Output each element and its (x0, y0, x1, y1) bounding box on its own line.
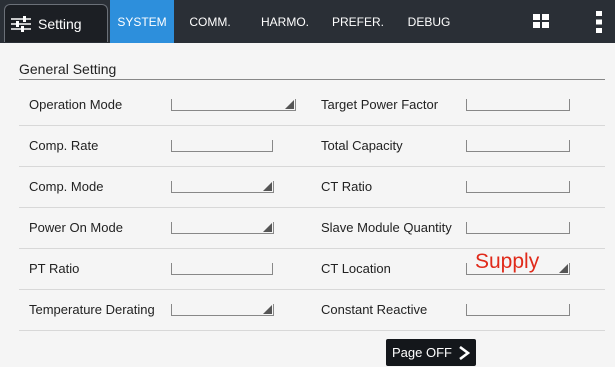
sliders-icon (11, 15, 31, 32)
comp-mode-dropdown[interactable] (171, 181, 274, 193)
temperature-derating-label: Temperature Derating (29, 302, 155, 317)
dropdown-arrow-icon (285, 100, 294, 109)
settings-row: Comp. Rate Total Capacity (19, 126, 605, 167)
settings-tab-label: Setting (38, 15, 82, 32)
settings-row: Power On Mode Slave Module Quantity (19, 208, 605, 249)
ct-ratio-label: CT Ratio (321, 179, 373, 194)
section-title: General Setting (19, 61, 117, 77)
grid-icon[interactable] (533, 14, 549, 28)
settings-row: Comp. Mode CT Ratio (19, 167, 605, 208)
comp-rate-label: Comp. Rate (29, 138, 99, 153)
power-on-mode-label: Power On Mode (29, 220, 123, 235)
chevron-right-icon (459, 345, 470, 360)
operation-mode-dropdown[interactable] (171, 99, 296, 111)
target-power-factor-label: Target Power Factor (321, 97, 439, 112)
slave-module-quantity-input[interactable] (466, 222, 570, 234)
dropdown-arrow-icon (263, 223, 272, 232)
ct-location-value: Supply (475, 250, 540, 273)
comp-mode-label: Comp. Mode (29, 179, 104, 194)
pt-ratio-label: PT Ratio (29, 261, 80, 276)
page-off-button[interactable]: Page OFF (386, 339, 476, 366)
operation-mode-label: Operation Mode (29, 97, 123, 112)
pt-ratio-input[interactable] (171, 263, 273, 275)
settings-row: Operation Mode Target Power Factor (19, 85, 605, 126)
dropdown-arrow-icon (263, 305, 272, 314)
settings-tab[interactable]: Setting (4, 4, 108, 42)
constant-reactive-input[interactable] (466, 304, 570, 316)
tab-debug[interactable]: DEBUG (397, 0, 461, 43)
ct-location-label: CT Location (321, 261, 391, 276)
comp-rate-input[interactable] (171, 140, 273, 152)
page-off-label: Page OFF (392, 345, 452, 360)
power-on-mode-dropdown[interactable] (171, 222, 274, 234)
tab-comm[interactable]: COMM. (180, 0, 240, 43)
tab-prefer-label: PREFER. (331, 14, 384, 29)
target-power-factor-input[interactable] (466, 99, 570, 111)
constant-reactive-label: Constant Reactive (321, 302, 428, 317)
total-capacity-input[interactable] (466, 140, 570, 152)
tab-comm-label: COMM. (189, 14, 231, 29)
dropdown-arrow-icon (263, 182, 272, 191)
tab-system-label: SYSTEM (117, 14, 167, 29)
tab-harmo-label: HARMO. (261, 14, 309, 29)
more-vertical-icon[interactable] (596, 11, 602, 33)
slave-module-quantity-label: Slave Module Quantity (321, 220, 452, 235)
tab-harmo[interactable]: HARMO. (253, 0, 317, 43)
dropdown-arrow-icon (559, 264, 568, 273)
total-capacity-label: Total Capacity (321, 138, 403, 153)
temperature-derating-dropdown[interactable] (171, 304, 274, 316)
top-navigation-bar: Setting SYSTEM COMM. HARMO. PREFER. DEBU… (0, 0, 615, 43)
section-divider (19, 79, 605, 80)
settings-row: Temperature Derating Constant Reactive (19, 290, 605, 331)
tab-system[interactable]: SYSTEM (110, 0, 174, 43)
tab-prefer[interactable]: PREFER. (323, 0, 393, 43)
ct-ratio-input[interactable] (466, 181, 570, 193)
tab-debug-label: DEBUG (407, 14, 451, 29)
